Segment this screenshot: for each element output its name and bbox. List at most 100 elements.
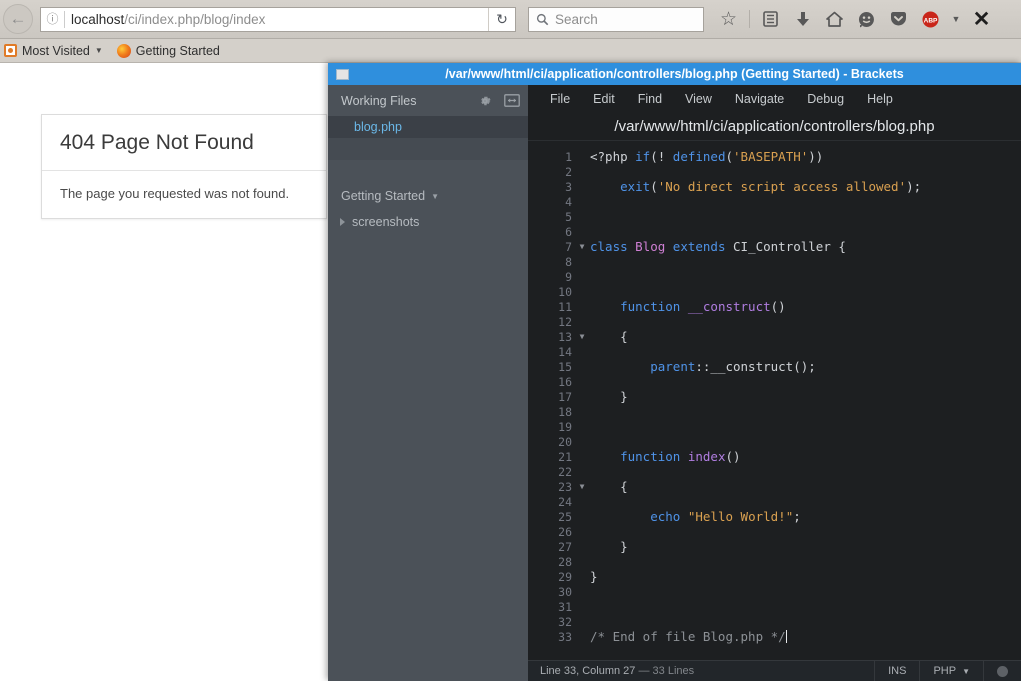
code-text: } bbox=[590, 539, 628, 554]
line-number: 24 bbox=[558, 494, 572, 509]
code-editor[interactable]: 1 <?php if(! defined('BASEPATH')) 2 3 exit(… bbox=[528, 141, 1021, 660]
code-line: 26 bbox=[528, 524, 1021, 539]
line-number: 25 bbox=[558, 509, 572, 524]
fold-triangle-icon[interactable]: ▼ bbox=[574, 239, 590, 254]
code-line: 11 function __construct() bbox=[528, 299, 1021, 314]
bookmark-most-visited[interactable]: Most Visited ▼ bbox=[4, 44, 103, 58]
project-header[interactable]: Getting Started ▼ bbox=[328, 182, 528, 210]
pocket-icon[interactable] bbox=[884, 5, 913, 34]
code-line: 23 ▼ { bbox=[528, 479, 1021, 494]
working-files-header: Working Files bbox=[328, 85, 528, 116]
chevron-right-icon bbox=[340, 218, 345, 226]
code-line: 3 exit('No direct script access allowed'… bbox=[528, 179, 1021, 194]
window-title: /var/www/html/ci/application/controllers… bbox=[445, 67, 904, 81]
code-token: () bbox=[725, 449, 741, 464]
code-text: function __construct() bbox=[590, 299, 786, 314]
open-file-path: /var/www/html/ci/application/controllers… bbox=[528, 112, 1021, 141]
code-line: 27 } bbox=[528, 539, 1021, 554]
menu-help[interactable]: Help bbox=[867, 92, 893, 106]
bookmark-getting-started[interactable]: Getting Started bbox=[116, 43, 220, 58]
bookmarks-toolbar: Most Visited ▼ Getting Started bbox=[0, 39, 1021, 63]
sidebar-divider bbox=[328, 138, 528, 160]
code-line: 30 bbox=[528, 584, 1021, 599]
code-text: function index() bbox=[590, 449, 741, 464]
home-icon[interactable] bbox=[820, 5, 849, 34]
address-bar[interactable]: ⓘ localhost/ci/index.php/blog/index ↻ bbox=[40, 6, 516, 32]
line-number: 15 bbox=[558, 359, 572, 374]
overflow-caret-icon[interactable]: ▼ bbox=[948, 5, 964, 34]
adblock-plus-icon[interactable]: ABP bbox=[916, 5, 945, 34]
code-line: 22 bbox=[528, 464, 1021, 479]
split-view-icon[interactable] bbox=[504, 94, 520, 107]
most-visited-icon bbox=[4, 44, 17, 57]
back-arrow-icon[interactable]: ← bbox=[3, 4, 33, 34]
code-text: class Blog extends CI_Controller { bbox=[590, 239, 846, 254]
code-token: (! bbox=[650, 149, 673, 164]
menu-file[interactable]: File bbox=[550, 92, 570, 106]
line-number: 28 bbox=[558, 554, 572, 569]
search-input[interactable]: Search bbox=[528, 6, 704, 32]
code-text: parent::__construct(); bbox=[590, 359, 816, 374]
code-line: 28 bbox=[528, 554, 1021, 569]
code-line: 31 bbox=[528, 599, 1021, 614]
insert-mode-toggle[interactable]: INS bbox=[874, 661, 919, 681]
error-title: 404 Page Not Found bbox=[42, 115, 326, 171]
code-line: 33 /* End of file Blog.php */ bbox=[528, 629, 1021, 644]
code-line: 20 bbox=[528, 434, 1021, 449]
code-token: 'BASEPATH' bbox=[733, 149, 809, 164]
browser-toolbar-icons: ☆ ABP ▼ ✕ bbox=[714, 5, 996, 34]
close-window-icon[interactable]: ✕ bbox=[967, 5, 996, 34]
library-icon[interactable] bbox=[756, 5, 785, 34]
error-message: The page you requested was not found. bbox=[60, 186, 290, 201]
error-404-panel: 404 Page Not Found The page you requeste… bbox=[41, 114, 327, 219]
info-icon[interactable]: ⓘ bbox=[41, 10, 65, 28]
menu-debug[interactable]: Debug bbox=[807, 92, 844, 106]
line-number: 33 bbox=[558, 629, 572, 644]
line-number: 14 bbox=[558, 344, 572, 359]
line-number: 19 bbox=[558, 419, 572, 434]
chevron-down-icon: ▼ bbox=[94, 46, 103, 55]
sidebar-header-icons bbox=[478, 94, 520, 108]
working-files-list: blog.php bbox=[328, 116, 528, 138]
menu-navigate[interactable]: Navigate bbox=[735, 92, 784, 106]
brackets-title-bar[interactable]: /var/www/html/ci/application/controllers… bbox=[328, 63, 1021, 85]
menu-edit[interactable]: Edit bbox=[593, 92, 615, 106]
code-token: { bbox=[590, 329, 628, 344]
code-line: 13 ▼ { bbox=[528, 329, 1021, 344]
code-token: function bbox=[620, 449, 688, 464]
code-token: ::__construct(); bbox=[695, 359, 816, 374]
working-file-item[interactable]: blog.php bbox=[328, 116, 528, 138]
code-token: index bbox=[687, 449, 726, 464]
code-token: } bbox=[590, 569, 598, 584]
menu-view[interactable]: View bbox=[685, 92, 712, 106]
code-line: 1 <?php if(! defined('BASEPATH')) bbox=[528, 149, 1021, 164]
code-token: { bbox=[590, 479, 628, 494]
line-number: 6 bbox=[565, 224, 572, 239]
status-right: INS PHP ▼ bbox=[874, 661, 1021, 681]
fold-triangle-icon[interactable]: ▼ bbox=[574, 329, 590, 344]
chevron-down-icon: ▼ bbox=[431, 191, 439, 201]
code-text: } bbox=[590, 389, 628, 404]
cursor-position: Line 33, Column 27 — 33 Lines bbox=[528, 665, 694, 677]
language-selector[interactable]: PHP ▼ bbox=[919, 661, 983, 681]
bookmark-star-icon[interactable]: ☆ bbox=[714, 5, 743, 34]
line-number: 4 bbox=[565, 194, 572, 209]
language-label: PHP bbox=[933, 665, 957, 677]
downloads-icon[interactable] bbox=[788, 5, 817, 34]
live-preview-button[interactable] bbox=[983, 661, 1021, 681]
gear-icon[interactable] bbox=[478, 94, 492, 108]
code-line: 8 bbox=[528, 254, 1021, 269]
sync-smiley-icon[interactable] bbox=[852, 5, 881, 34]
fold-triangle-icon[interactable]: ▼ bbox=[574, 479, 590, 494]
menu-find[interactable]: Find bbox=[638, 92, 662, 106]
line-number: 10 bbox=[558, 284, 572, 299]
code-line: 15 parent::__construct(); bbox=[528, 359, 1021, 374]
tree-item-screenshots[interactable]: screenshots bbox=[328, 210, 528, 234]
line-number: 26 bbox=[558, 524, 572, 539]
window-menu-icon[interactable] bbox=[336, 68, 349, 80]
reload-icon[interactable]: ↻ bbox=[488, 7, 515, 31]
line-number: 21 bbox=[558, 449, 572, 464]
code-token: function bbox=[620, 299, 688, 314]
line-number: 17 bbox=[558, 389, 572, 404]
